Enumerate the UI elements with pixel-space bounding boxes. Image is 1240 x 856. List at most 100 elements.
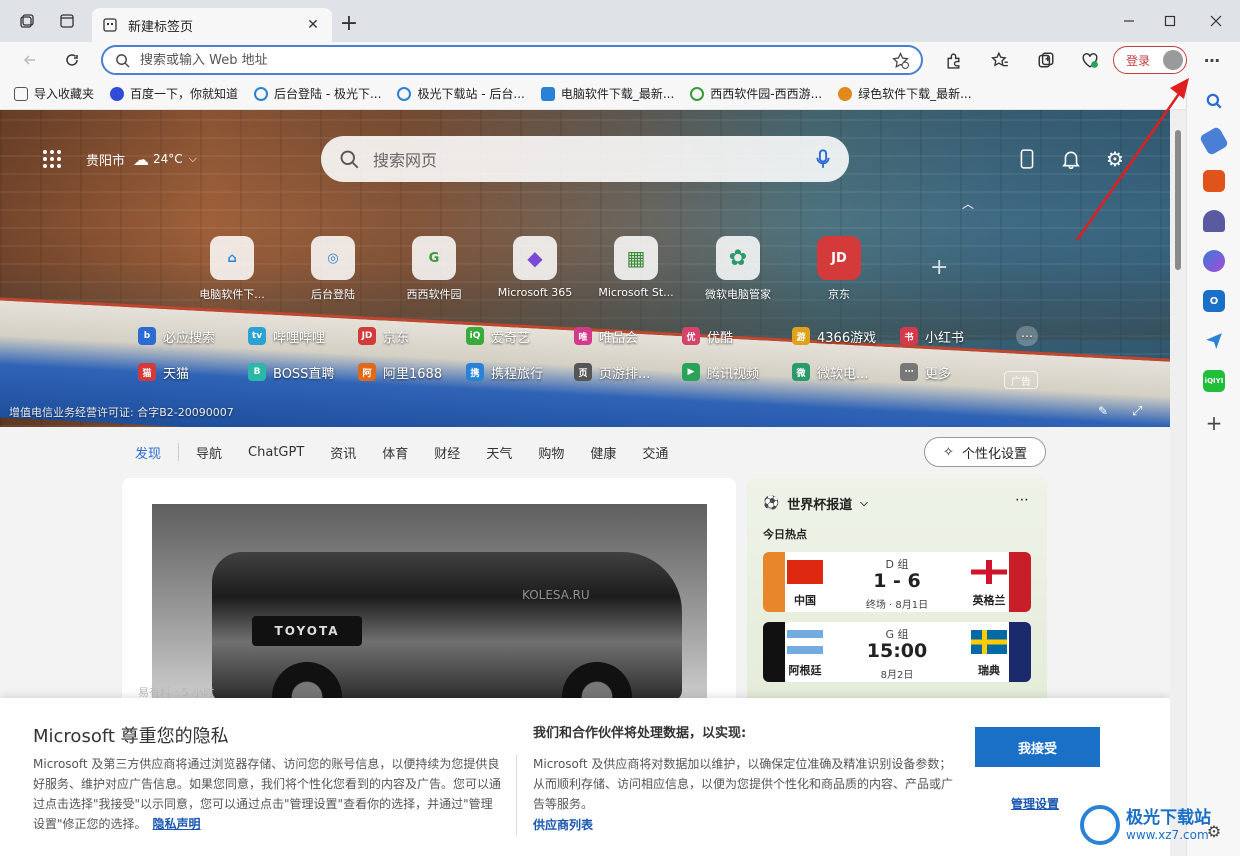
close-tab-icon[interactable]: ✕ — [304, 16, 322, 34]
favorite-item[interactable]: 西西软件园-西西游... — [690, 85, 822, 102]
tab-weather[interactable]: 天气 — [486, 443, 512, 462]
favorite-item[interactable]: 百度一下，你就知道 — [110, 85, 238, 102]
personalize-button[interactable]: ✧ 个性化设置 — [924, 437, 1046, 467]
quick-link-tile[interactable]: ▦ Microsoft St... — [588, 236, 684, 299]
favorites-icon[interactable] — [988, 48, 1012, 72]
login-button[interactable]: 登录 — [1113, 46, 1187, 74]
settings-gear-icon[interactable]: ⚙ — [1106, 147, 1124, 171]
tab-traffic[interactable]: 交通 — [642, 443, 668, 462]
site-icon — [397, 86, 412, 101]
tab-finance[interactable]: 财经 — [434, 443, 460, 462]
refresh-icon[interactable] — [60, 48, 84, 72]
send-icon[interactable] — [1203, 330, 1225, 352]
phone-icon[interactable] — [1020, 148, 1034, 170]
more-options-icon[interactable]: ⋯ — [1016, 326, 1038, 346]
bell-icon[interactable] — [1062, 148, 1080, 170]
copilot-icon[interactable] — [1203, 250, 1225, 272]
close-window-button[interactable] — [1202, 8, 1230, 34]
vertical-tabs-icon[interactable] — [56, 10, 78, 32]
vip-icon: 唯 — [574, 327, 592, 345]
toolbox-icon[interactable] — [1203, 170, 1225, 192]
web-search-box[interactable]: 搜索网页 — [321, 136, 849, 182]
accept-button[interactable]: 我接受 — [975, 727, 1100, 767]
link-item[interactable]: B BOSS直聘 — [248, 363, 334, 382]
tab-chatgpt[interactable]: ChatGPT — [248, 445, 304, 460]
link-item[interactable]: 游 4366游戏 — [792, 327, 876, 346]
weather-city: 贵阳市 — [86, 153, 126, 169]
add-favorite-icon[interactable] — [892, 51, 909, 69]
address-input[interactable] — [140, 52, 892, 68]
more-menu-icon[interactable]: ⋯ — [1200, 48, 1224, 72]
tab-shopping[interactable]: 购物 — [538, 443, 564, 462]
tab-news[interactable]: 资讯 — [330, 443, 356, 462]
edit-background-icon[interactable]: ✎ — [1098, 400, 1108, 422]
extensions-icon[interactable] — [941, 48, 965, 72]
maximize-button[interactable] — [1156, 8, 1184, 34]
link-item[interactable]: iQ 爱奇艺 — [466, 327, 530, 346]
favorite-item[interactable]: 极光下载站 - 后台... — [397, 85, 525, 102]
news-card[interactable]: TOYOTA KOLESA.RU 易有料 · 5 小时 — [122, 478, 736, 708]
match-card[interactable]: 阿根廷 瑞典 G 组 15:00 8月2日 — [763, 622, 1031, 682]
page-scrollbar[interactable] — [1170, 110, 1186, 856]
link-item[interactable]: 阿阿里1688 — [358, 363, 442, 382]
workspaces-icon[interactable] — [16, 10, 38, 32]
worldcup-card[interactable]: ⚽ 世界杯报道 ⌵ ⋯ 今日热点 中国 英格兰 D 组 1 - 6 终场 · 8… — [747, 478, 1047, 708]
back-icon[interactable] — [18, 48, 42, 72]
scrollbar-thumb[interactable] — [1175, 130, 1181, 270]
tab-sports[interactable]: 体育 — [382, 443, 408, 462]
link-item[interactable]: 携携程旅行 — [466, 363, 543, 382]
link-item[interactable]: 微微软电... — [792, 363, 868, 382]
new-tab-button[interactable]: + — [337, 12, 361, 36]
microphone-icon[interactable] — [815, 149, 831, 169]
tab-discover[interactable]: 发现 — [135, 443, 161, 462]
quick-link-tile[interactable]: ◎ 后台登陆 — [285, 236, 381, 302]
favorite-item[interactable]: 导入收藏夹 — [14, 85, 94, 102]
link-item[interactable]: b 必应搜索 — [138, 327, 215, 346]
link-item[interactable]: tv 哔哩哔哩 — [248, 327, 325, 346]
add-quick-link-icon[interactable]: + — [930, 255, 948, 280]
favorite-item[interactable]: 电脑软件下载_最新... — [540, 85, 674, 102]
browser-essentials-icon[interactable] — [1078, 48, 1102, 72]
quick-link-tile[interactable]: ✿ 微软电脑管家 — [690, 236, 786, 302]
quick-link-tile[interactable]: ⌂ 电脑软件下... — [184, 236, 280, 302]
tag-icon[interactable] — [1198, 125, 1230, 157]
iqiyi-icon[interactable]: iQIYI — [1203, 370, 1225, 392]
link-item[interactable]: ▶ 腾讯视频 — [682, 363, 759, 382]
link-item[interactable]: 书小红书 — [900, 327, 964, 346]
chess-icon[interactable] — [1203, 210, 1225, 232]
favorite-item[interactable]: 绿色软件下载_最新... — [838, 85, 972, 102]
tab-health[interactable]: 健康 — [590, 443, 616, 462]
ctrip-icon: 携 — [466, 363, 484, 381]
manage-settings-link[interactable]: 管理设置 — [1011, 795, 1059, 812]
apps-launcher-icon[interactable] — [42, 148, 62, 170]
match-card[interactable]: 中国 英格兰 D 组 1 - 6 终场 · 8月1日 — [763, 552, 1031, 612]
tab-navigation[interactable]: 导航 — [196, 443, 222, 462]
link-item[interactable]: 页页游排... — [574, 363, 650, 382]
favorite-item[interactable]: 后台登陆 - 极光下... — [254, 85, 381, 102]
quick-link-tile[interactable]: ◆ Microsoft 365 — [487, 236, 583, 299]
navigation-toolbar: 登录 ⋯ — [0, 42, 1240, 78]
link-item[interactable]: 优优酷 — [682, 327, 733, 346]
weather-widget[interactable]: 贵阳市 ☁ 24°C ⌵ — [86, 148, 197, 170]
outlook-icon[interactable]: O — [1203, 290, 1225, 312]
site-icon: ⌂ — [210, 236, 254, 280]
search-icon[interactable] — [1203, 90, 1225, 112]
add-icon[interactable]: + — [1203, 411, 1225, 435]
expand-icon[interactable]: ⤢ — [1132, 400, 1142, 422]
collections-icon[interactable] — [1034, 48, 1058, 72]
chevron-down-icon: ⌵ — [188, 152, 198, 165]
privacy-statement-link[interactable]: 隐私声明 — [153, 817, 201, 831]
link-item[interactable]: 猫天猫 — [138, 363, 189, 382]
minimize-button[interactable] — [1115, 8, 1143, 34]
quick-link-tile[interactable]: G 西西软件园 — [386, 236, 482, 302]
quick-link-tile[interactable]: JD 京东 — [791, 236, 887, 302]
link-item[interactable]: 唯唯品会 — [574, 327, 638, 346]
link-item[interactable]: ⋯ 更多 — [900, 363, 951, 382]
youku-icon: 优 — [682, 327, 700, 345]
address-bar[interactable] — [101, 45, 923, 75]
link-item[interactable]: JD 京东 — [358, 327, 409, 346]
vendor-list-link[interactable]: 供应商列表 — [533, 816, 593, 833]
chevron-up-icon[interactable]: ︿ — [962, 192, 974, 214]
more-options-icon[interactable]: ⋯ — [1015, 492, 1029, 508]
active-tab[interactable]: 新建标签页 ✕ — [92, 8, 332, 42]
